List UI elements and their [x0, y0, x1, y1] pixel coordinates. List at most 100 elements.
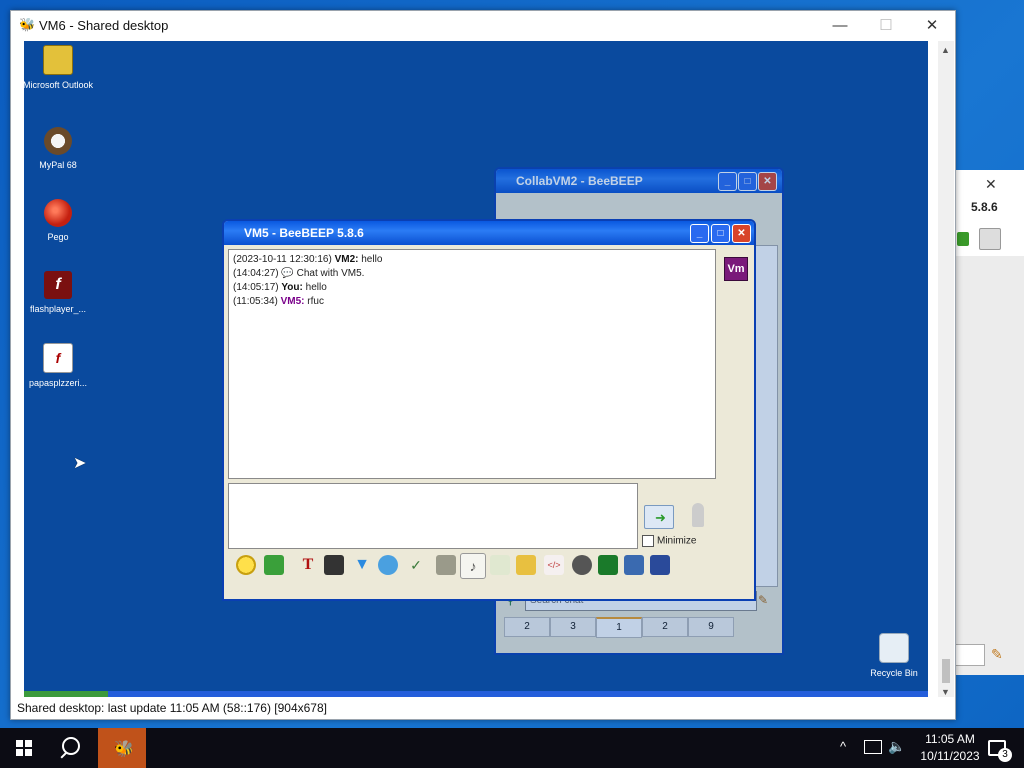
- search-button[interactable]: [48, 728, 96, 768]
- collabvm2-title-bar[interactable]: CollabVM2 - BeeBEEP _ □ ✕: [496, 169, 782, 193]
- desktop-icon-recycle-bin[interactable]: Recycle Bin: [858, 633, 928, 679]
- desktop-icon-label: flashplayer_...: [29, 304, 87, 314]
- send-message-button[interactable]: ➜: [644, 505, 674, 529]
- filter-icon[interactable]: ▼: [352, 555, 372, 575]
- beebeep-app-icon: 🐝: [19, 17, 36, 32]
- clock-time[interactable]: 11:05 AM: [914, 732, 986, 746]
- desktop-icon-label: Recycle Bin: [870, 668, 918, 678]
- window-title-bar[interactable]: 🐝 VM6 - Shared desktop — ☐ ✕: [11, 11, 955, 41]
- trash-icon[interactable]: [979, 228, 1001, 250]
- volume-muted-icon[interactable]: 🔈: [888, 738, 905, 755]
- chat-log[interactable]: (2023-10-11 12:30:16) VM2: hello (14:04:…: [228, 249, 716, 479]
- desktop-icon-flashplayer[interactable]: f flashplayer_...: [24, 271, 94, 315]
- flash-icon: f: [44, 271, 72, 299]
- tab-shares[interactable]: 2: [642, 617, 688, 637]
- start-button[interactable]: [0, 728, 48, 768]
- save-chat-icon[interactable]: [624, 555, 644, 575]
- expand-down-icon[interactable]: [264, 555, 284, 575]
- chat-message: (14:05:17) You: hello: [233, 282, 327, 293]
- share-desktop-icon[interactable]: [650, 555, 670, 575]
- clear-search-icon[interactable]: ✎: [758, 593, 768, 607]
- remote-desktop-viewport[interactable]: Microsoft Outlook MyPal 68 Pego f flashp…: [24, 41, 928, 697]
- tab-users[interactable]: 2: [504, 617, 550, 637]
- checkbox-box[interactable]: [642, 535, 654, 547]
- send-arrow-icon: ➜: [655, 510, 666, 525]
- taskbar-beebeep-app[interactable]: 🐝: [98, 728, 146, 768]
- chat-message: (11:05:34) VM5: rfuc: [233, 296, 324, 307]
- vm5-title-bar[interactable]: VM5 - BeeBEEP 5.8.6 _ □ ✕: [224, 221, 754, 245]
- collabvm2-title: CollabVM2 - BeeBEEP: [516, 174, 643, 188]
- mouse-cursor-icon: ➤: [73, 455, 87, 472]
- vm5-title: VM5 - BeeBEEP 5.8.6: [244, 226, 364, 240]
- webcam-icon[interactable]: [572, 555, 592, 575]
- status-bar: Shared desktop: last update 11:05 AM (58…: [11, 697, 955, 719]
- system-tray: ^ 🔈 11:05 AM 10/11/2023 3: [836, 728, 1024, 768]
- recycle-bin-icon: [879, 633, 909, 663]
- desktop-icon-label: MyPal 68: [39, 160, 77, 170]
- action-center-button[interactable]: 3: [980, 736, 1012, 762]
- vm5-minimize-button[interactable]: _: [690, 224, 709, 243]
- collabvm2-maximize-button[interactable]: □: [738, 172, 757, 191]
- desktop-icon-label: Microsoft Outlook: [24, 80, 94, 90]
- window-title: VM6 - Shared desktop: [39, 18, 169, 33]
- chat-message: (14:04:27) 💬 Chat with VM5.: [233, 268, 365, 279]
- spellcheck-icon[interactable]: ✓: [406, 555, 426, 575]
- chat-message: (2023-10-11 12:30:16) VM2: hello: [233, 254, 383, 265]
- send-folder-icon[interactable]: [516, 555, 536, 575]
- screenshot-icon[interactable]: [598, 555, 618, 575]
- notification-count-badge: 3: [998, 748, 1012, 762]
- collabvm2-close-button[interactable]: ✕: [758, 172, 777, 191]
- background-beebeep-window[interactable]: ✕ 5.8.6 ✎: [954, 170, 1024, 675]
- send-file-icon[interactable]: [490, 555, 510, 575]
- scrollbar-thumb[interactable]: [942, 659, 950, 683]
- vm5-close-button[interactable]: ✕: [732, 224, 751, 243]
- minimize-button[interactable]: —: [817, 11, 863, 41]
- tab-history[interactable]: 9: [688, 617, 734, 637]
- chat-bubble-icon: 💬: [281, 268, 294, 279]
- vertical-scrollbar[interactable]: ▲ ▼: [938, 41, 954, 719]
- brush-icon[interactable]: ✎: [991, 646, 1003, 663]
- vm5-content: (2023-10-11 12:30:16) VM2: hello (14:04:…: [226, 247, 752, 597]
- download-icon[interactable]: [957, 232, 969, 246]
- note-icon[interactable]: ♪: [460, 553, 486, 579]
- microphone-icon[interactable]: [692, 503, 704, 527]
- vm5-beebeep-chat-window[interactable]: VM5 - BeeBEEP 5.8.6 _ □ ✕ (2023-10-11 12…: [222, 219, 756, 601]
- user-avatar[interactable]: Vm: [724, 257, 748, 281]
- settings-gear-icon[interactable]: [378, 555, 398, 575]
- shared-desktop-window[interactable]: 🐝 VM6 - Shared desktop — ☐ ✕ Microsoft O…: [10, 10, 956, 720]
- background-window-close-button[interactable]: ✕: [985, 176, 1001, 192]
- collabvm2-minimize-button[interactable]: _: [718, 172, 737, 191]
- message-input[interactable]: [228, 483, 638, 549]
- font-icon[interactable]: T: [298, 555, 318, 575]
- dictionary-icon[interactable]: [436, 555, 456, 575]
- windows-logo-icon: [16, 740, 32, 756]
- html-code-icon[interactable]: </>: [544, 555, 564, 575]
- desktop-icon-label: papasplzzeri...: [28, 378, 88, 388]
- background-window-body: [955, 256, 1024, 675]
- desktop-icon-outlook[interactable]: Microsoft Outlook: [24, 45, 94, 91]
- background-window-input[interactable]: [955, 644, 985, 666]
- show-hidden-icons-chevron[interactable]: ^: [840, 739, 846, 754]
- network-icon[interactable]: [864, 740, 882, 754]
- desktop-icon-pego[interactable]: Pego: [24, 199, 94, 243]
- close-button[interactable]: ✕: [909, 11, 955, 41]
- collabvm2-tabs: 2 3 1 2 9: [500, 617, 776, 639]
- windows-taskbar: 🐝 ^ 🔈 11:05 AM 10/11/2023 3: [0, 728, 1024, 768]
- mypal-icon: [44, 127, 72, 155]
- xp-desktop[interactable]: Microsoft Outlook MyPal 68 Pego f flashp…: [24, 41, 928, 697]
- outlook-icon: [43, 45, 73, 75]
- vm5-maximize-button[interactable]: □: [711, 224, 730, 243]
- tab-groups[interactable]: 3: [550, 617, 596, 637]
- scroll-down-icon[interactable]: ▼: [941, 687, 950, 697]
- tab-chats[interactable]: 1: [596, 617, 642, 638]
- text-color-icon[interactable]: [324, 555, 344, 575]
- scroll-up-icon[interactable]: ▲: [941, 45, 950, 55]
- bee-icon: 🐝: [114, 741, 134, 758]
- maximize-button[interactable]: ☐: [863, 11, 909, 41]
- minimize-checkbox[interactable]: Minimize: [642, 535, 696, 547]
- desktop-icon-mypal[interactable]: MyPal 68: [24, 127, 94, 171]
- chat-toolbar: T ▼ ✓ ♪ </>: [232, 553, 670, 579]
- emoticon-icon[interactable]: [236, 555, 256, 575]
- desktop-icon-papaspizzeria[interactable]: f papasplzzeri...: [24, 343, 94, 389]
- swf-file-icon: f: [43, 343, 73, 373]
